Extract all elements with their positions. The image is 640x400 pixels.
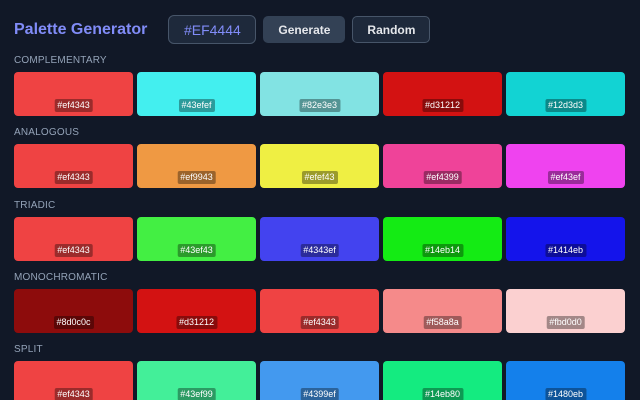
swatch-hex-label: #f58a8a xyxy=(423,316,462,329)
swatch-hex-label: #d31212 xyxy=(421,99,464,112)
color-swatch[interactable]: #4399ef xyxy=(260,361,379,400)
color-swatch[interactable]: #4343ef xyxy=(260,217,379,261)
color-swatch[interactable]: #1414eb xyxy=(506,217,625,261)
color-swatch[interactable]: #82e3e3 xyxy=(260,72,379,116)
color-swatch[interactable]: #efef43 xyxy=(260,144,379,188)
generate-button[interactable]: Generate xyxy=(263,16,346,43)
swatch-hex-label: #ef4399 xyxy=(423,171,462,184)
swatch-hex-label: #43ef43 xyxy=(177,244,216,257)
swatch-hex-label: #ef9943 xyxy=(177,171,216,184)
color-swatch[interactable]: #ef9943 xyxy=(137,144,256,188)
palette-section-complementary: COMPLEMENTARY #ef4343 #43efef #82e3e3 #d3121… xyxy=(14,55,626,116)
swatch-hex-label: #12d3d3 xyxy=(544,99,587,112)
swatch-hex-label: #ef43ef xyxy=(547,171,584,184)
color-swatch[interactable]: #d31212 xyxy=(383,72,502,116)
swatch-hex-label: #82e3e3 xyxy=(298,99,341,112)
app-title: Palette Generator xyxy=(14,20,148,38)
swatch-hex-label: #4399ef xyxy=(300,388,339,400)
color-swatch[interactable]: #1480eb xyxy=(506,361,625,400)
section-label: COMPLEMENTARY xyxy=(14,55,107,66)
color-swatch[interactable]: #f58a8a xyxy=(383,289,502,333)
swatch-hex-label: #ef4343 xyxy=(54,99,93,112)
swatch-row: #ef4343 #43efef #82e3e3 #d31212 #12d3d3 xyxy=(14,72,626,116)
section-label: ANALOGOUS xyxy=(14,127,80,138)
hex-color-input[interactable] xyxy=(168,15,257,44)
color-swatch[interactable]: #14eb14 xyxy=(383,217,502,261)
color-swatch[interactable]: #43ef43 xyxy=(137,217,256,261)
color-swatch[interactable]: #14eb80 xyxy=(383,361,502,400)
color-swatch[interactable]: #ef4343 xyxy=(14,72,133,116)
palette-section-split: SPLIT #ef4343 #43ef99 #4399ef #14eb80 #1480eb xyxy=(14,344,626,400)
swatch-hex-label: #14eb14 xyxy=(421,244,464,257)
header: Palette Generator Generate Random xyxy=(14,15,437,44)
swatch-row: #ef4343 #43ef43 #4343ef #14eb14 #1414eb xyxy=(14,217,626,261)
swatch-hex-label: #43ef99 xyxy=(177,388,216,400)
swatch-hex-label: #14eb80 xyxy=(421,388,464,400)
color-swatch[interactable]: #12d3d3 xyxy=(506,72,625,116)
color-swatch[interactable]: #ef4343 xyxy=(14,144,133,188)
swatch-hex-label: #4343ef xyxy=(300,244,339,257)
color-swatch[interactable]: #ef4343 xyxy=(14,217,133,261)
color-swatch[interactable]: #43ef99 xyxy=(137,361,256,400)
color-swatch[interactable]: #d31212 xyxy=(137,289,256,333)
section-label: TRIADIC xyxy=(14,200,56,211)
swatch-hex-label: #efef43 xyxy=(301,171,338,184)
swatch-hex-label: #ef4343 xyxy=(54,388,93,400)
color-swatch[interactable]: #ef4343 xyxy=(14,361,133,400)
palette-section-monochromatic: MONOCHROMATIC #8d0c0c #d31212 #ef4343 #f58a8… xyxy=(14,272,626,333)
palette-generator-app: Palette Generator Generate Random COMPLE… xyxy=(0,0,640,400)
swatch-hex-label: #ef4343 xyxy=(54,244,93,257)
section-label: SPLIT xyxy=(14,344,43,355)
swatch-hex-label: #43efef xyxy=(178,99,215,112)
color-swatch[interactable]: #ef4399 xyxy=(383,144,502,188)
swatch-hex-label: #d31212 xyxy=(175,316,218,329)
random-button[interactable]: Random xyxy=(352,16,431,43)
color-swatch[interactable]: #43efef xyxy=(137,72,256,116)
color-swatch[interactable]: #ef43ef xyxy=(506,144,625,188)
color-swatch[interactable]: #ef4343 xyxy=(260,289,379,333)
swatch-hex-label: #1480eb xyxy=(544,388,587,400)
swatch-hex-label: #ef4343 xyxy=(300,316,339,329)
swatch-hex-label: #ef4343 xyxy=(54,171,93,184)
section-label: MONOCHROMATIC xyxy=(14,272,108,283)
palette-section-triadic: TRIADIC #ef4343 #43ef43 #4343ef #14eb14 #1414… xyxy=(14,200,626,261)
swatch-row: #ef4343 #ef9943 #efef43 #ef4399 #ef43ef xyxy=(14,144,626,188)
color-swatch[interactable]: #8d0c0c xyxy=(14,289,133,333)
swatch-hex-label: #fbd0d0 xyxy=(546,316,585,329)
swatch-hex-label: #1414eb xyxy=(544,244,587,257)
swatch-row: #ef4343 #43ef99 #4399ef #14eb80 #1480eb xyxy=(14,361,626,400)
swatch-hex-label: #8d0c0c xyxy=(53,316,94,329)
palette-section-analogous: ANALOGOUS #ef4343 #ef9943 #efef43 #ef4399 #ef… xyxy=(14,127,626,188)
swatch-row: #8d0c0c #d31212 #ef4343 #f58a8a #fbd0d0 xyxy=(14,289,626,333)
color-swatch[interactable]: #fbd0d0 xyxy=(506,289,625,333)
